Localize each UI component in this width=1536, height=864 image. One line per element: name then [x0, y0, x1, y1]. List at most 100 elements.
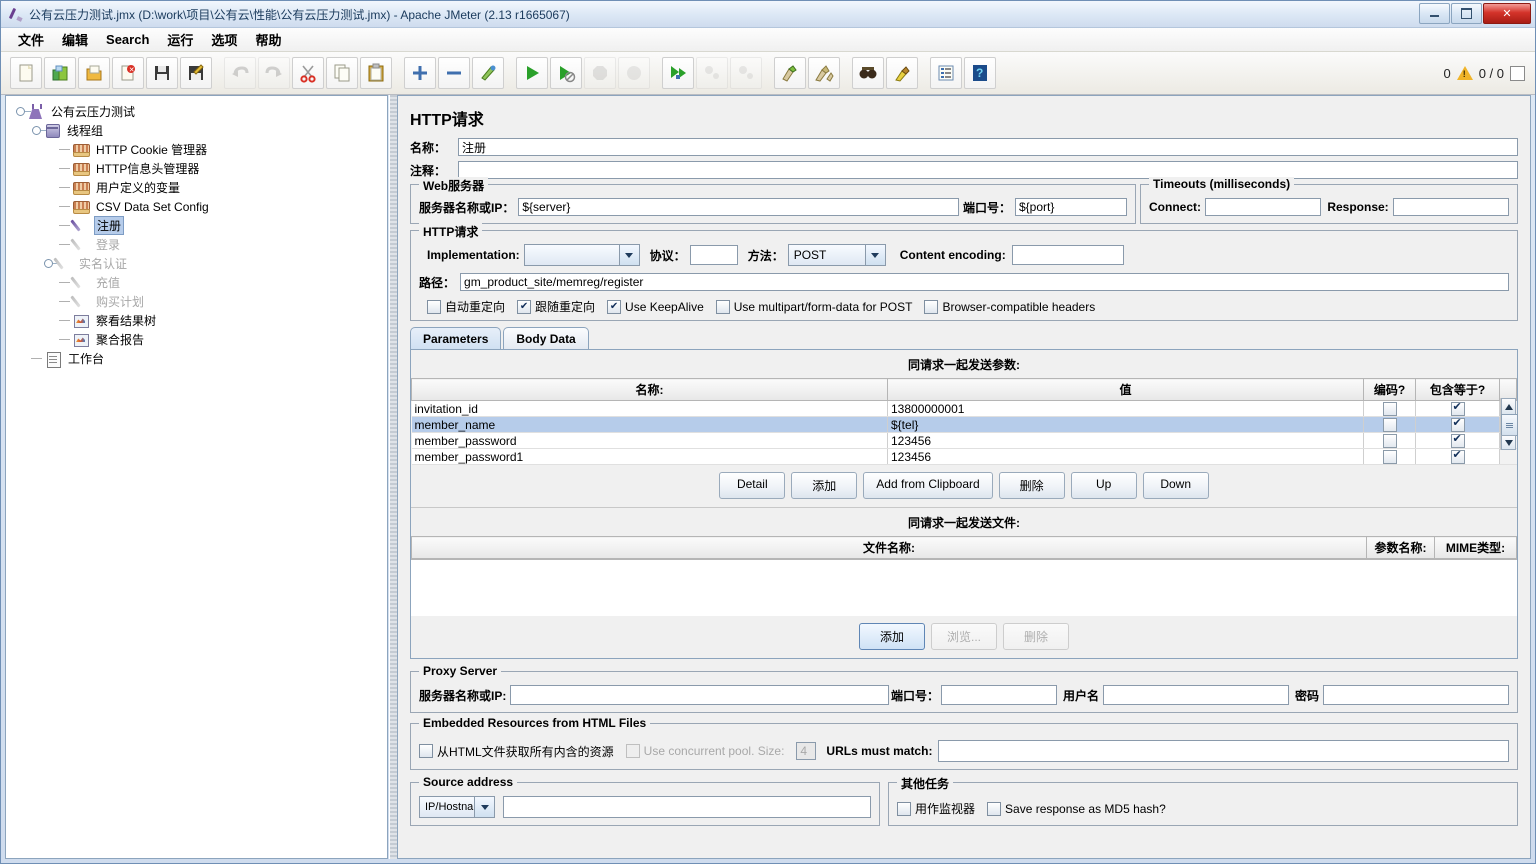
proxy-username-input[interactable] — [1102, 685, 1289, 705]
cell-encode[interactable] — [1363, 432, 1416, 449]
tree-node-view-results-tree[interactable]: 察看结果树 — [14, 311, 387, 330]
cell-include-equals[interactable] — [1415, 400, 1500, 417]
delete-button[interactable]: 删除 — [998, 472, 1065, 499]
clear-all-icon[interactable] — [808, 57, 840, 89]
proxy-password-input[interactable] — [1323, 685, 1509, 705]
menu-search[interactable]: Search — [97, 29, 158, 50]
start-icon[interactable] — [516, 57, 548, 89]
reset-search-icon[interactable] — [886, 57, 918, 89]
table-row[interactable]: member_name ${tel} — [411, 416, 1517, 433]
cell-encode[interactable] — [1363, 448, 1416, 465]
test-plan-tree-panel[interactable]: 公有云压力测试 线程组 HTTP Cookie 管理器 HTTP信息头管理器 用… — [5, 95, 388, 859]
close-icon[interactable]: ✕ — [112, 57, 144, 89]
paste-icon[interactable] — [360, 57, 392, 89]
source-address-type-select[interactable]: IP/Hostname — [419, 796, 495, 818]
scrollbar-thumb[interactable] — [1501, 414, 1518, 436]
server-input[interactable]: ${server} — [518, 198, 959, 216]
cell-name[interactable]: member_password — [411, 432, 888, 449]
save-md5-checkbox[interactable]: Save response as MD5 hash? — [987, 801, 1166, 816]
maximize-button[interactable] — [1451, 3, 1482, 24]
use-multipart-checkbox[interactable]: Use multipart/form-data for POST — [715, 299, 912, 314]
save-as-icon[interactable] — [180, 57, 212, 89]
menu-file[interactable]: 文件 — [9, 27, 53, 52]
up-button[interactable]: Up — [1070, 472, 1137, 499]
add-from-clipboard-button[interactable]: Add from Clipboard — [863, 472, 993, 499]
tree-node-recharge[interactable]: 充值 — [14, 273, 387, 292]
urls-match-input[interactable] — [938, 740, 1509, 762]
parameters-scrollbar[interactable] — [1500, 398, 1518, 450]
scroll-down-button[interactable] — [1501, 435, 1516, 450]
collapse-all-icon[interactable] — [438, 57, 470, 89]
encode-checkbox[interactable] — [1382, 417, 1397, 432]
path-input[interactable]: gm_product_site/memreg/register — [460, 273, 1509, 291]
tree-node-register[interactable]: 注册 — [14, 216, 387, 235]
chevron-down-icon[interactable] — [474, 797, 494, 817]
start-remote-all-icon[interactable] — [662, 57, 694, 89]
content-encoding-input[interactable] — [1011, 245, 1124, 265]
method-select[interactable]: POST — [787, 244, 886, 266]
start-no-timers-icon[interactable] — [550, 57, 582, 89]
source-address-input[interactable] — [503, 796, 871, 818]
cell-name[interactable]: invitation_id — [411, 400, 888, 417]
include-equals-checkbox[interactable] — [1450, 433, 1465, 448]
tree-node-login[interactable]: 登录 — [14, 235, 387, 254]
tab-body-data[interactable]: Body Data — [503, 327, 589, 350]
name-input[interactable]: 注册 — [458, 138, 1518, 156]
tree-node-thread-group[interactable]: 线程组 — [14, 121, 387, 140]
tree-node-user-defined-variables[interactable]: 用户定义的变量 — [14, 178, 387, 197]
help-icon[interactable]: ? — [964, 57, 996, 89]
use-as-monitor-checkbox[interactable]: 用作监视器 — [897, 800, 975, 817]
tab-parameters[interactable]: Parameters — [410, 327, 502, 350]
use-keepalive-checkbox[interactable]: Use KeepAlive — [607, 299, 704, 314]
new-icon[interactable] — [10, 57, 42, 89]
follow-redirect-checkbox[interactable]: 跟随重定向 — [517, 298, 595, 315]
table-row[interactable]: member_password 123456 — [411, 432, 1517, 449]
save-icon[interactable] — [146, 57, 178, 89]
expand-all-icon[interactable] — [404, 57, 436, 89]
tree-node-workbench[interactable]: 工作台 — [14, 349, 387, 368]
table-row[interactable]: invitation_id 13800000001 — [411, 400, 1517, 417]
cell-value[interactable]: 123456 — [887, 448, 1364, 465]
tree-node-http-header-manager[interactable]: HTTP信息头管理器 — [14, 159, 387, 178]
down-button[interactable]: Down — [1142, 472, 1209, 499]
protocol-input[interactable] — [689, 245, 738, 265]
cell-include-equals[interactable] — [1415, 432, 1500, 449]
comment-input[interactable] — [458, 161, 1518, 179]
tree-node-buy-plan[interactable]: 购买计划 — [14, 292, 387, 311]
cell-value[interactable]: 13800000001 — [887, 400, 1364, 417]
include-equals-checkbox[interactable] — [1450, 417, 1465, 432]
menu-options[interactable]: 选项 — [202, 27, 246, 52]
tree-node-http-cookie-manager[interactable]: HTTP Cookie 管理器 — [14, 140, 387, 159]
cell-encode[interactable] — [1363, 416, 1416, 433]
search-icon[interactable] — [852, 57, 884, 89]
minimize-button[interactable] — [1419, 3, 1450, 24]
tree-node-test-plan[interactable]: 公有云压力测试 — [14, 102, 387, 121]
auto-redirect-checkbox[interactable]: 自动重定向 — [427, 298, 505, 315]
chevron-down-icon[interactable] — [864, 245, 885, 265]
encode-checkbox[interactable] — [1382, 401, 1397, 416]
include-equals-checkbox[interactable] — [1450, 401, 1465, 416]
warning-icon[interactable] — [1456, 66, 1473, 80]
retrieve-embedded-checkbox[interactable]: 从HTML文件获取所有内含的资源 — [419, 743, 614, 760]
parameters-table[interactable]: 名称: 值 编码? 包含等于? invitation_id 1380000000… — [411, 378, 1517, 465]
cell-name[interactable]: member_password1 — [411, 448, 888, 465]
cell-encode[interactable] — [1363, 400, 1416, 417]
menu-help[interactable]: 帮助 — [246, 27, 290, 52]
copy-icon[interactable] — [326, 57, 358, 89]
encode-checkbox[interactable] — [1382, 449, 1397, 464]
cell-name[interactable]: member_name — [411, 416, 888, 433]
toggle-icon[interactable] — [472, 57, 504, 89]
cell-value[interactable]: 123456 — [887, 432, 1364, 449]
file-add-button[interactable]: 添加 — [859, 623, 925, 650]
tree-node-aggregate-report[interactable]: 聚合报告 — [14, 330, 387, 349]
include-equals-checkbox[interactable] — [1450, 449, 1465, 464]
templates-icon[interactable] — [44, 57, 76, 89]
menu-run[interactable]: 运行 — [158, 27, 202, 52]
tree-node-real-name-auth[interactable]: 实名认证 — [14, 254, 387, 273]
table-row[interactable]: member_password1 123456 — [411, 448, 1517, 465]
browser-compatible-headers-checkbox[interactable]: Browser-compatible headers — [924, 299, 1095, 314]
chevron-down-icon[interactable] — [618, 245, 639, 265]
files-table-body[interactable] — [411, 559, 1517, 616]
port-input[interactable]: ${port} — [1015, 198, 1127, 216]
cell-value[interactable]: ${tel} — [887, 416, 1364, 433]
